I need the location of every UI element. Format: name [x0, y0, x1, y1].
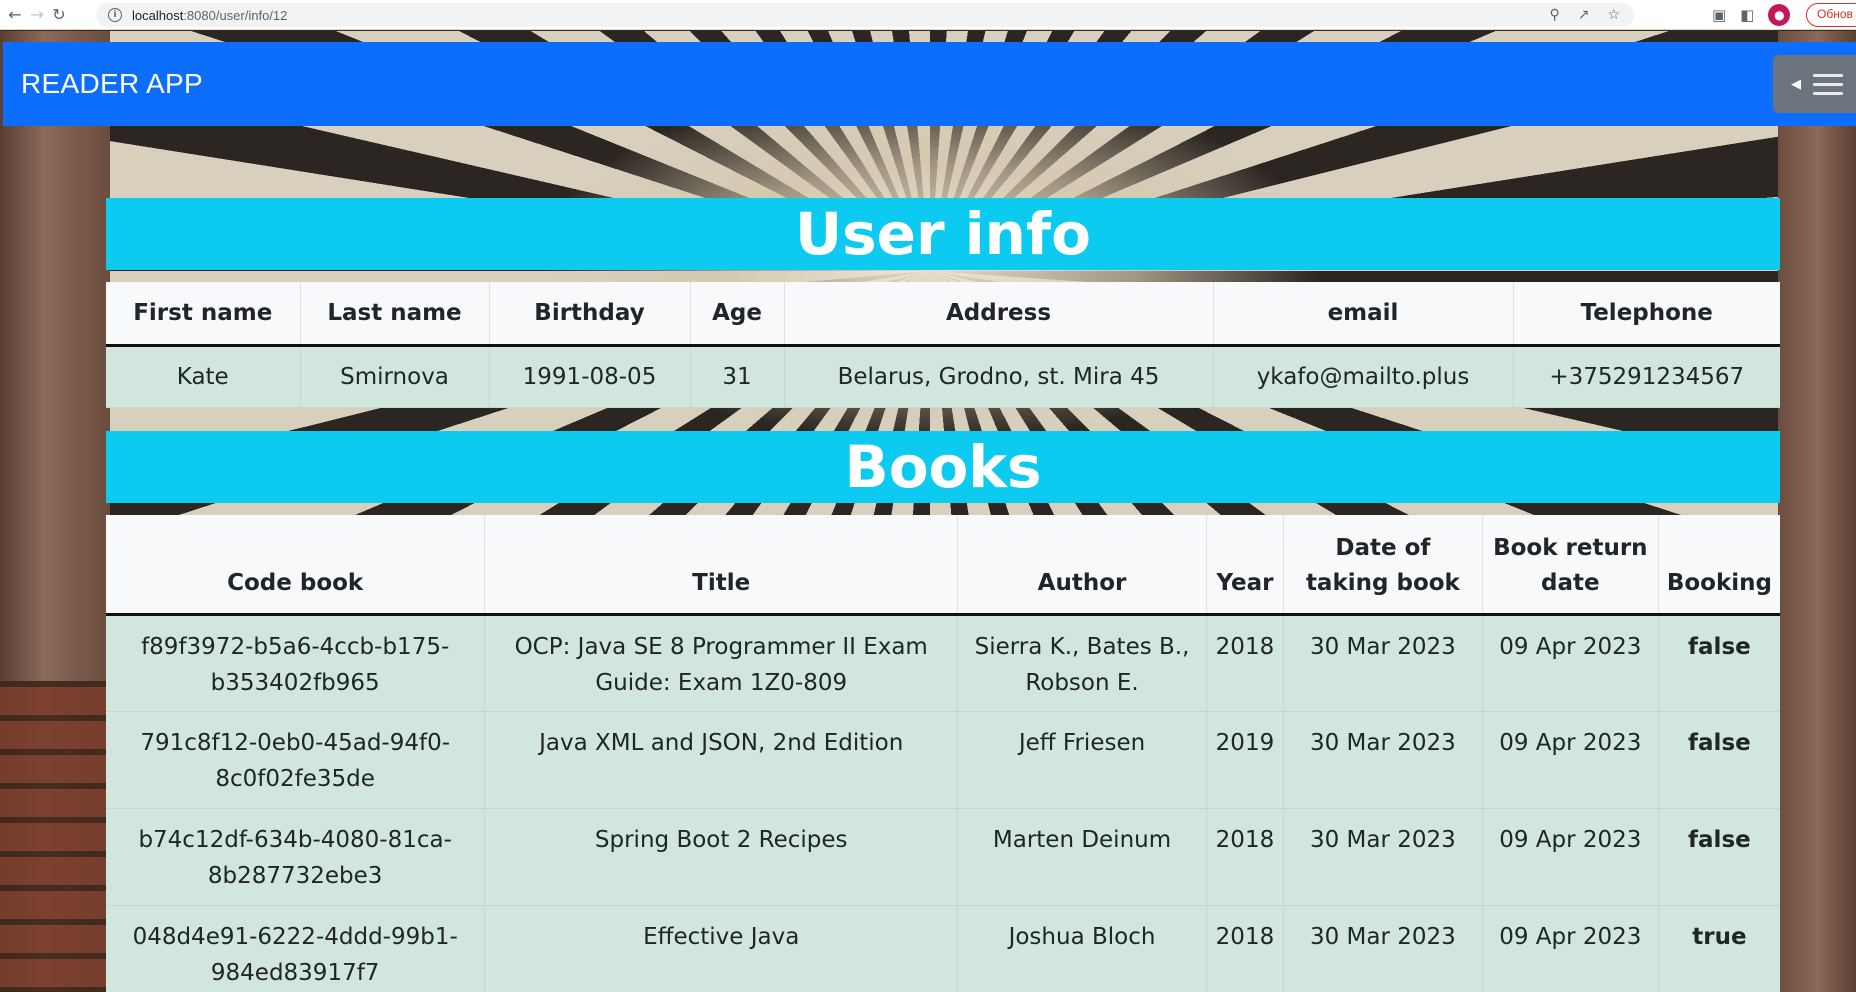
first-name-cell: Kate: [106, 345, 301, 408]
column-header: Address: [784, 282, 1214, 347]
column-header: First name: [106, 282, 301, 347]
books-table: Code book Title Author Year Date of taki…: [106, 515, 1780, 992]
zoom-icon[interactable]: ⚲: [1549, 7, 1559, 23]
column-header: Author: [957, 515, 1207, 616]
date-taking-cell: 30 Mar 2023: [1283, 614, 1483, 712]
extensions-puzzle-icon[interactable]: ▣: [1712, 6, 1726, 24]
caret-left-icon: ◀: [1791, 76, 1801, 92]
code-book-cell: 048d4e91-6222-4ddd-99b1-984ed83917f7: [106, 905, 486, 992]
forward-arrow-icon[interactable]: →: [26, 4, 48, 26]
table-header-row: First name Last name Birthday Age Addres…: [106, 282, 1780, 347]
return-date-cell: 09 Apr 2023: [1482, 808, 1659, 906]
url-host: localhost: [132, 7, 184, 23]
date-taking-cell: 30 Mar 2023: [1283, 905, 1483, 992]
date-taking-cell: 30 Mar 2023: [1283, 711, 1483, 809]
title-cell: Effective Java: [484, 905, 959, 992]
column-header: email: [1213, 282, 1514, 347]
user-info-heading: User info: [106, 198, 1780, 270]
reload-icon[interactable]: ↻: [48, 4, 70, 26]
update-button[interactable]: Обнов: [1806, 3, 1856, 27]
title-cell: Spring Boot 2 Recipes: [484, 808, 959, 906]
column-header: Code book: [106, 515, 486, 616]
return-date-cell: 09 Apr 2023: [1482, 905, 1659, 992]
url-path: :8080/user/info/12: [183, 7, 288, 23]
side-panel-icon[interactable]: ◧: [1740, 6, 1754, 24]
table-row: b74c12df-634b-4080-81ca-8b287732ebe3 Spr…: [106, 808, 1780, 906]
author-cell: Marten Deinum: [957, 808, 1207, 906]
author-cell: Jeff Friesen: [957, 711, 1207, 809]
column-header: Book return date: [1482, 515, 1659, 616]
menu-toggle-button[interactable]: ◀: [1773, 55, 1856, 113]
table-row: 048d4e91-6222-4ddd-99b1-984ed83917f7 Eff…: [106, 905, 1780, 992]
code-book-cell: f89f3972-b5a6-4ccb-b175-b353402fb965: [106, 614, 486, 712]
year-cell: 2018: [1206, 905, 1284, 992]
table-row: 791c8f12-0eb0-45ad-94f0-8c0f02fe35de Jav…: [106, 711, 1780, 809]
code-book-cell: 791c8f12-0eb0-45ad-94f0-8c0f02fe35de: [106, 711, 486, 809]
return-date-cell: 09 Apr 2023: [1482, 711, 1659, 809]
user-info-table: First name Last name Birthday Age Addres…: [106, 282, 1780, 408]
table-header-row: Code book Title Author Year Date of taki…: [106, 515, 1780, 616]
column-header: Booking: [1658, 515, 1780, 616]
address-cell: Belarus, Grodno, st. Mira 45: [784, 345, 1214, 408]
bookmark-star-icon[interactable]: ☆: [1607, 7, 1620, 23]
email-cell: ykafo@mailto.plus: [1213, 345, 1514, 408]
author-cell: Sierra K., Bates B., Robson E.: [957, 614, 1207, 712]
column-header: Title: [484, 515, 959, 616]
top-navbar: READER APP ◀: [3, 42, 1856, 126]
profile-avatar-icon[interactable]: ●: [1768, 4, 1791, 26]
table-row: f89f3972-b5a6-4ccb-b175-b353402fb965 OCP…: [106, 614, 1780, 712]
last-name-cell: Smirnova: [300, 345, 490, 408]
booking-cell: false: [1658, 808, 1780, 906]
browser-toolbar: ← → ↻ i localhost:8080/user/info/12 ⚲ ↗ …: [0, 0, 1856, 30]
telephone-cell: +375291234567: [1513, 345, 1780, 408]
brand-title[interactable]: READER APP: [21, 68, 203, 100]
code-book-cell: b74c12df-634b-4080-81ca-8b287732ebe3: [106, 808, 486, 906]
column-header: Last name: [300, 282, 490, 347]
age-cell: 31: [690, 345, 785, 408]
booking-cell: false: [1658, 711, 1780, 809]
column-header: Telephone: [1513, 282, 1780, 347]
column-header: Birthday: [489, 282, 691, 347]
bookshelf-left: [0, 681, 106, 992]
title-cell: Java XML and JSON, 2nd Edition: [484, 711, 959, 809]
date-taking-cell: 30 Mar 2023: [1283, 808, 1483, 906]
booking-cell: false: [1658, 614, 1780, 712]
booking-cell: true: [1658, 905, 1780, 992]
table-row: Kate Smirnova 1991-08-05 31 Belarus, Gro…: [106, 345, 1780, 408]
back-arrow-icon[interactable]: ←: [4, 4, 26, 26]
return-date-cell: 09 Apr 2023: [1482, 614, 1659, 712]
title-cell: OCP: Java SE 8 Programmer II Exam Guide:…: [484, 614, 959, 712]
year-cell: 2018: [1206, 614, 1284, 712]
address-bar[interactable]: i localhost:8080/user/info/12 ⚲ ↗ ☆: [96, 3, 1634, 27]
year-cell: 2019: [1206, 711, 1284, 809]
url-text[interactable]: localhost:8080/user/info/12: [132, 8, 287, 23]
column-header: Year: [1206, 515, 1284, 616]
column-header: Age: [690, 282, 785, 347]
share-icon[interactable]: ↗: [1578, 7, 1590, 23]
books-heading: Books: [106, 431, 1780, 503]
birthday-cell: 1991-08-05: [489, 345, 691, 408]
author-cell: Joshua Bloch: [957, 905, 1207, 992]
hamburger-menu-icon: [1813, 73, 1843, 95]
column-header: Date of taking book: [1283, 515, 1483, 616]
bookshelf-right: [1780, 681, 1856, 992]
site-info-icon[interactable]: i: [108, 8, 122, 22]
year-cell: 2018: [1206, 808, 1284, 906]
